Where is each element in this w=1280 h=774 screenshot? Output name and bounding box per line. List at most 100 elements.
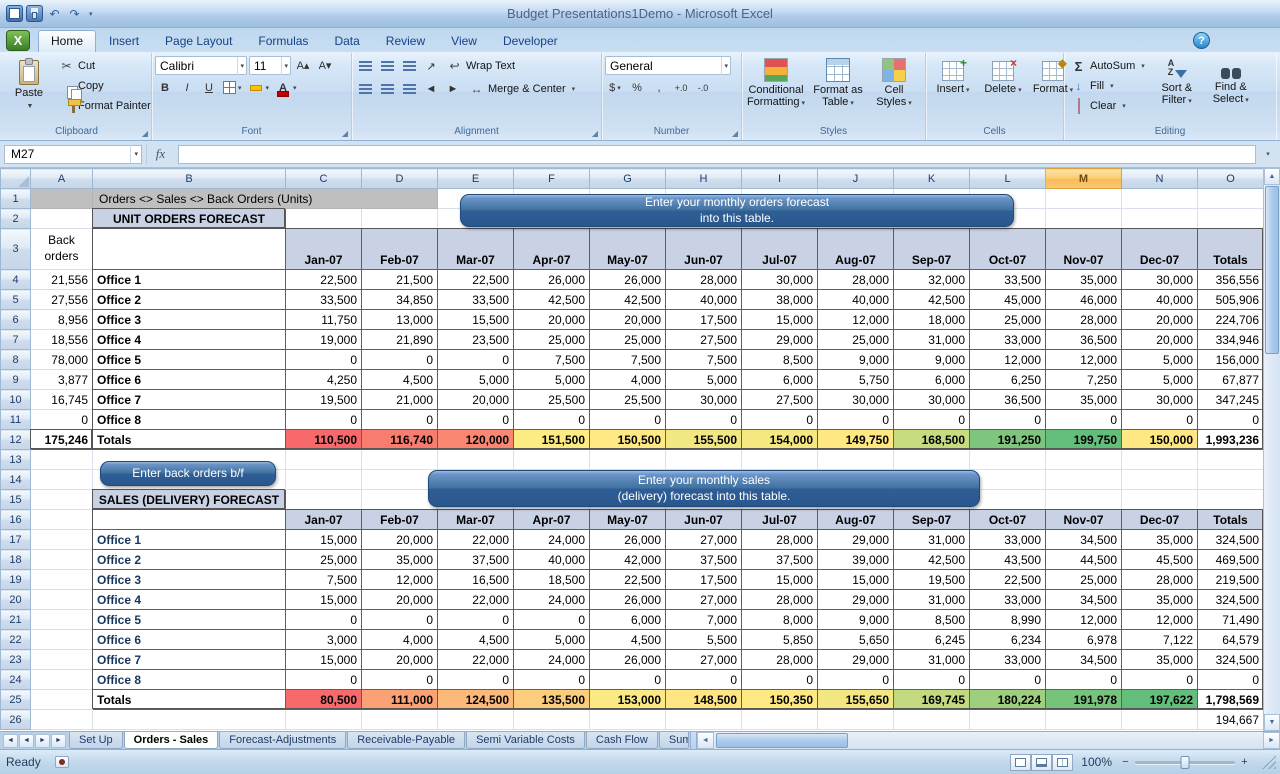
cell-A7[interactable]: 18,556 [30,329,93,350]
cell-E6[interactable]: 15,500 [437,309,514,330]
scroll-left-button[interactable]: ◄ [696,732,714,749]
cell-N22[interactable]: 7,122 [1121,629,1198,650]
cell-D19[interactable]: 12,000 [361,569,438,590]
last-sheet-button[interactable]: ► [51,733,66,748]
cell-L25[interactable]: 180,224 [969,689,1046,710]
cell-N10[interactable]: 30,000 [1121,389,1198,410]
cell-N24[interactable]: 0 [1121,669,1198,690]
cell-O21[interactable]: 71,490 [1197,609,1264,630]
cell-J10[interactable]: 30,000 [817,389,894,410]
cell-E5[interactable]: 33,500 [437,289,514,310]
cell-E4[interactable]: 22,500 [437,269,514,290]
cell-F4[interactable]: 26,000 [513,269,590,290]
cell-N8[interactable]: 5,000 [1121,349,1198,370]
cell-G4[interactable]: 26,000 [589,269,666,290]
row-header-25[interactable]: 25 [0,689,31,710]
resize-grip[interactable] [1262,755,1276,769]
cell-O8[interactable]: 156,000 [1197,349,1264,370]
column-header-F[interactable]: F [513,168,590,189]
cell-E19[interactable]: 16,500 [437,569,514,590]
column-header-G[interactable]: G [589,168,666,189]
ribbon-tab-formulas[interactable]: Formulas [245,30,321,52]
cell-F18[interactable]: 40,000 [513,549,590,570]
number-format-select[interactable]: General ▾ [605,56,731,75]
office-label-sales-21[interactable]: Office 5 [92,609,286,630]
cell-A16[interactable] [30,509,93,530]
vertical-scrollbar[interactable]: ▲ ▼ [1263,168,1280,731]
clipboard-dialog-launcher-icon[interactable]: ◢ [142,130,148,138]
cell-J8[interactable]: 9,000 [817,349,894,370]
horizontal-scroll-thumb[interactable] [715,733,848,748]
orientation-button[interactable]: ↗ [421,57,441,76]
month-header-Jan-07[interactable]: Jan-07 [285,228,362,270]
cell-H10[interactable]: 30,000 [665,389,742,410]
comma-style-button[interactable]: , [649,78,669,97]
font-dialog-launcher-icon[interactable]: ◢ [342,130,348,138]
cell-M2[interactable] [1045,208,1122,229]
cell-J21[interactable]: 9,000 [817,609,894,630]
cell-C20[interactable]: 15,000 [285,589,362,610]
cell-L21[interactable]: 8,990 [969,609,1046,630]
column-header-C[interactable]: C [285,168,362,189]
cell-A1[interactable] [30,188,93,209]
cell-L18[interactable]: 43,500 [969,549,1046,570]
cell-D6[interactable]: 13,000 [361,309,438,330]
page-layout-view-button[interactable] [1031,753,1053,771]
cell-D22[interactable]: 4,000 [361,629,438,650]
italic-button[interactable]: I [177,78,197,97]
cell-G22[interactable]: 4,500 [589,629,666,650]
cell-F8[interactable]: 7,500 [513,349,590,370]
cell-H13[interactable] [665,449,742,470]
cell-N9[interactable]: 5,000 [1121,369,1198,390]
row-header-15[interactable]: 15 [0,489,31,510]
ribbon-tab-review[interactable]: Review [373,30,438,52]
cell-M9[interactable]: 7,250 [1045,369,1122,390]
cell-L20[interactable]: 33,000 [969,589,1046,610]
cell-E8[interactable]: 0 [437,349,514,370]
cell-N15[interactable] [1121,489,1198,510]
row-header-5[interactable]: 5 [0,289,31,310]
sheet-tab-semi-variable-costs[interactable]: Semi Variable Costs [466,732,585,749]
cell-J18[interactable]: 39,000 [817,549,894,570]
cell-C8[interactable]: 0 [285,349,362,370]
cell-H24[interactable]: 0 [665,669,742,690]
cell-J26[interactable] [817,709,894,730]
office-label-10[interactable]: Office 7 [92,389,286,410]
row-header-2[interactable]: 2 [0,208,31,229]
increase-indent-button[interactable]: ► [443,80,463,99]
cell-F19[interactable]: 18,500 [513,569,590,590]
cell-H7[interactable]: 27,500 [665,329,742,350]
row-header-12[interactable]: 12 [0,429,31,450]
cell-E20[interactable]: 22,000 [437,589,514,610]
cell-A13[interactable] [30,449,93,470]
row-header-17[interactable]: 17 [0,529,31,550]
cell-K19[interactable]: 19,500 [893,569,970,590]
row-header-14[interactable]: 14 [0,469,31,490]
cell-N6[interactable]: 20,000 [1121,309,1198,330]
cell-K25[interactable]: 169,745 [893,689,970,710]
cell-F5[interactable]: 42,500 [513,289,590,310]
cell-F25[interactable]: 135,500 [513,689,590,710]
align-center-button[interactable] [377,80,397,99]
cell-G23[interactable]: 26,000 [589,649,666,670]
wrap-text-button[interactable]: ↩ Wrap Text [443,56,519,76]
cell-C23[interactable]: 15,000 [285,649,362,670]
cell-M11[interactable]: 0 [1045,409,1122,430]
insert-function-button[interactable]: fx [146,144,174,164]
cell-E26[interactable] [437,709,514,730]
cell-I11[interactable]: 0 [741,409,818,430]
cell-C22[interactable]: 3,000 [285,629,362,650]
previous-sheet-button[interactable]: ◄ [19,733,34,748]
cell-M21[interactable]: 12,000 [1045,609,1122,630]
cell-F13[interactable] [513,449,590,470]
ribbon-tab-data[interactable]: Data [321,30,372,52]
ribbon-tab-developer[interactable]: Developer [490,30,571,52]
cell-H21[interactable]: 7,000 [665,609,742,630]
formula-input[interactable] [178,144,1256,164]
office-label-sales-18[interactable]: Office 2 [92,549,286,570]
cell-J24[interactable]: 0 [817,669,894,690]
cell-D14[interactable] [361,469,438,490]
cell-I6[interactable]: 15,000 [741,309,818,330]
cell-O11[interactable]: 0 [1197,409,1264,430]
cell-L7[interactable]: 33,000 [969,329,1046,350]
